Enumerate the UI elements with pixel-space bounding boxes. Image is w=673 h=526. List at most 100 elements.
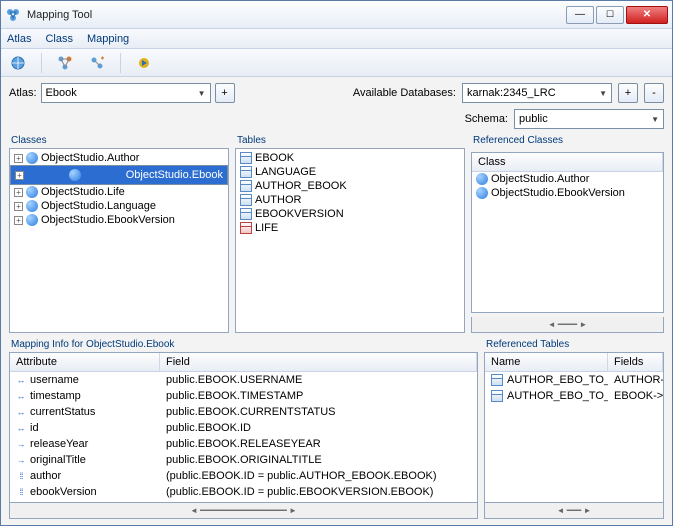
tool-nodes-icon[interactable] — [54, 52, 76, 74]
chevron-down-icon: ▼ — [651, 115, 659, 124]
classes-list[interactable]: +ObjectStudio.Author+ObjectStudio.Ebook+… — [9, 148, 229, 333]
mapping-info-group: Mapping Info for ObjectStudio.Ebook Attr… — [9, 339, 478, 519]
attr-name: currentStatus — [30, 406, 95, 418]
scrollbar[interactable]: ◄ ━━━ ► — [484, 503, 664, 519]
atlas-label: Atlas: — [9, 87, 37, 99]
field-value: (public.EBOOK.ID = public.EBOOKVERSION.E… — [160, 485, 477, 499]
table-icon — [240, 152, 252, 164]
db-add-button[interactable]: + — [618, 83, 638, 103]
attr-name: originalTitle — [30, 454, 86, 466]
col-attribute[interactable]: Attribute — [10, 353, 160, 371]
ref-classes-label: Referenced Classes — [471, 135, 664, 146]
attr-name: username — [30, 374, 79, 386]
ref-table-row[interactable]: AUTHOR_EBO_TO_EBOOK_ID_REFEBOOK->E — [485, 388, 663, 404]
field-value: (public.EBOOK.ID = public.AUTHOR_EBOOK.E… — [160, 469, 477, 483]
mapping-row-item[interactable]: ↔currentStatuspublic.EBOOK.CURRENTSTATUS — [10, 404, 477, 420]
tool-run-icon[interactable] — [133, 52, 155, 74]
table-name: AUTHOR_EBOOK — [255, 180, 347, 192]
mapping-body[interactable]: ↔ username public.EBOOK.USERNAME↔timestamp… — [10, 372, 477, 502]
mapping-row-item[interactable]: ↔ username public.EBOOK.USERNAME — [10, 372, 477, 388]
menu-mapping[interactable]: Mapping — [87, 33, 129, 45]
table-item[interactable]: LIFE — [236, 221, 464, 235]
maximize-button[interactable] — [596, 6, 624, 24]
tables-label: Tables — [235, 135, 465, 146]
field-value: public.EBOOK.USERNAME — [160, 373, 477, 387]
expander-icon[interactable]: + — [14, 202, 23, 211]
expander-icon[interactable]: + — [14, 216, 23, 225]
mapping-row-item[interactable]: ↔idpublic.EBOOK.ID — [10, 420, 477, 436]
ref-class-item[interactable]: ObjectStudio.Author — [472, 172, 663, 186]
tool-globe-icon[interactable] — [7, 52, 29, 74]
db-select[interactable]: karnak:2345_LRC ▼ — [462, 83, 612, 103]
ref-table-name: AUTHOR_EBO_TO_EBOOK_ID_REF — [507, 390, 608, 402]
toolbar-separator — [41, 53, 42, 73]
mapping-row-item[interactable]: →releaseYearpublic.EBOOK.RELEASEYEAR — [10, 436, 477, 452]
ref-classes-header[interactable]: Class — [472, 153, 663, 171]
table-item[interactable]: AUTHOR — [236, 193, 464, 207]
class-name: ObjectStudio.Life — [41, 186, 125, 198]
toolbar — [1, 49, 672, 77]
chevron-down-icon: ▼ — [198, 89, 206, 98]
close-button[interactable] — [626, 6, 668, 24]
field-value: public.EBOOK.TIMESTAMP — [160, 389, 477, 403]
class-icon — [476, 187, 488, 199]
db-remove-button[interactable]: - — [644, 83, 664, 103]
mapping-row-item[interactable]: ⁞⁞author(public.EBOOK.ID = public.AUTHOR… — [10, 468, 477, 484]
ref-table-row[interactable]: AUTHOR_EBO_TO_AUTHOR_ID_...AUTHOR->A — [485, 372, 663, 388]
col-name[interactable]: Name — [485, 353, 608, 371]
attr-icon: ↔ — [16, 375, 26, 385]
tool-node-add-icon[interactable] — [86, 52, 108, 74]
table-item[interactable]: LANGUAGE — [236, 165, 464, 179]
table-name: LIFE — [255, 222, 278, 234]
class-item[interactable]: + ObjectStudio.Life — [10, 185, 228, 199]
attr-icon: → — [16, 455, 26, 465]
scrollbar[interactable]: ◄ ━━━━ ► — [471, 317, 664, 333]
table-item[interactable]: AUTHOR_EBOOK — [236, 179, 464, 193]
mapping-table: Attribute Field ↔ username public.EBOOK.US… — [9, 352, 478, 503]
table-icon — [491, 390, 503, 402]
mapping-row-item[interactable]: ↔timestamppublic.EBOOK.TIMESTAMP — [10, 388, 477, 404]
expander-icon[interactable]: + — [14, 188, 23, 197]
class-item[interactable]: + ObjectStudio.Language — [10, 199, 228, 213]
class-name: ObjectStudio.Language — [41, 200, 156, 212]
menu-class[interactable]: Class — [45, 33, 73, 45]
window-controls — [566, 6, 668, 24]
ref-class-name: ObjectStudio.Author — [491, 173, 589, 185]
atlas-value: Ebook — [46, 87, 77, 99]
tables-list[interactable]: EBOOKLANGUAGEAUTHOR_EBOOKAUTHOREBOOKVERS… — [235, 148, 465, 333]
scrollbar[interactable]: ◄ ━━━━━━━━━━━━━━━━━━ ► — [9, 503, 478, 519]
ref-classes-group: Referenced Classes Class ObjectStudio.Au… — [471, 135, 664, 333]
class-name: ObjectStudio.Ebook — [126, 169, 223, 181]
class-item[interactable]: + ObjectStudio.Ebook — [10, 165, 228, 185]
expander-icon[interactable]: + — [15, 171, 24, 180]
class-name: ObjectStudio.EbookVersion — [41, 214, 175, 226]
menu-atlas[interactable]: Atlas — [7, 33, 31, 45]
field-value: public.EBOOK.ORIGINALTITLE — [160, 453, 477, 467]
expander-icon[interactable]: + — [14, 154, 23, 163]
ref-tables-body[interactable]: AUTHOR_EBO_TO_AUTHOR_ID_...AUTHOR->AAUTH… — [485, 372, 663, 502]
app-icon — [5, 7, 21, 23]
mapping-row: Mapping Info for ObjectStudio.Ebook Attr… — [9, 339, 664, 519]
class-icon — [26, 152, 38, 164]
attr-icon: ↔ — [16, 407, 26, 417]
ref-class-item[interactable]: ObjectStudio.EbookVersion — [472, 186, 663, 200]
ref-classes-list[interactable]: ObjectStudio.AuthorObjectStudio.EbookVer… — [472, 172, 663, 312]
minimize-button[interactable] — [566, 6, 594, 24]
class-item[interactable]: + ObjectStudio.EbookVersion — [10, 213, 228, 227]
class-item[interactable]: +ObjectStudio.Author — [10, 151, 228, 165]
ref-table-fields: AUTHOR->A — [608, 373, 663, 387]
ref-tables-group: Referenced Tables Name Fields AUTHOR_EBO… — [484, 339, 664, 519]
col-fields[interactable]: Fields — [608, 353, 663, 371]
atlas-select[interactable]: Ebook ▼ — [41, 83, 211, 103]
ref-tables-label: Referenced Tables — [484, 339, 664, 350]
col-field[interactable]: Field — [160, 353, 477, 371]
atlas-add-button[interactable]: + — [215, 83, 235, 103]
table-item[interactable]: EBOOK — [236, 151, 464, 165]
ref-tables-table: Name Fields AUTHOR_EBO_TO_AUTHOR_ID_...A… — [484, 352, 664, 503]
mapping-row-item[interactable]: → originalTitle public.EBOOK.ORIGINALTITLE — [10, 452, 477, 468]
table-item[interactable]: EBOOKVERSION — [236, 207, 464, 221]
schema-select[interactable]: public ▼ — [514, 109, 664, 129]
mapping-row-item[interactable]: ⁞⁞ebookVersion(public.EBOOK.ID = public.… — [10, 484, 477, 500]
class-icon — [26, 200, 38, 212]
attr-name: id — [30, 422, 39, 434]
